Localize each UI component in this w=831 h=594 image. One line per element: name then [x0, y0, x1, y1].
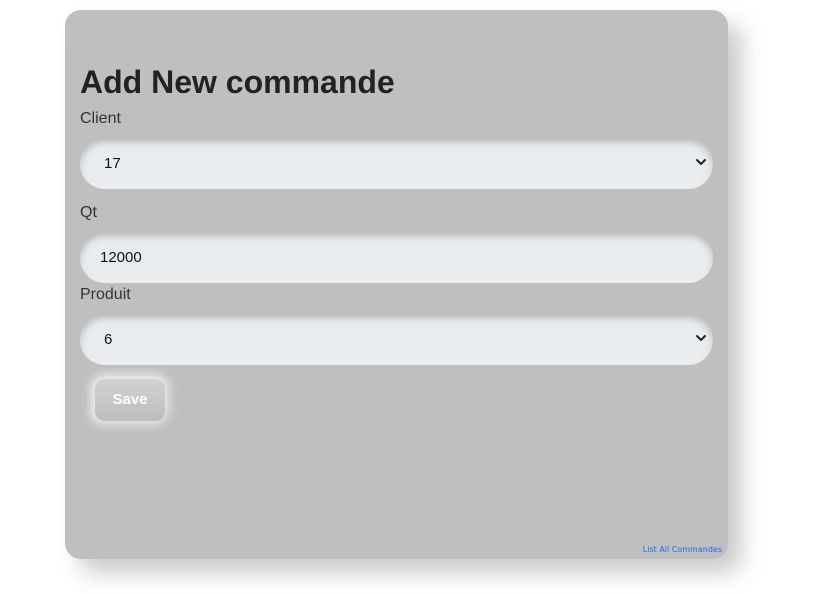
produit-label: Produit [80, 286, 131, 303]
client-select-value: 17 [104, 155, 121, 172]
form-card: Add New commande Client 17 Qt 12000 Prod… [65, 10, 728, 559]
client-label: Client [80, 110, 121, 127]
client-select[interactable]: 17 [80, 139, 713, 189]
produit-select-value: 6 [104, 331, 113, 348]
chevron-down-icon [696, 335, 706, 341]
save-button[interactable]: Save [95, 379, 165, 421]
qt-input-value: 12000 [100, 249, 142, 266]
list-all-commandes-link[interactable]: List All Commandes [643, 545, 722, 554]
qt-input[interactable]: 12000 [80, 233, 713, 283]
produit-select[interactable]: 6 [80, 315, 713, 365]
qt-label: Qt [80, 204, 97, 221]
page-title: Add New commande [80, 64, 395, 100]
chevron-down-icon [696, 159, 706, 165]
